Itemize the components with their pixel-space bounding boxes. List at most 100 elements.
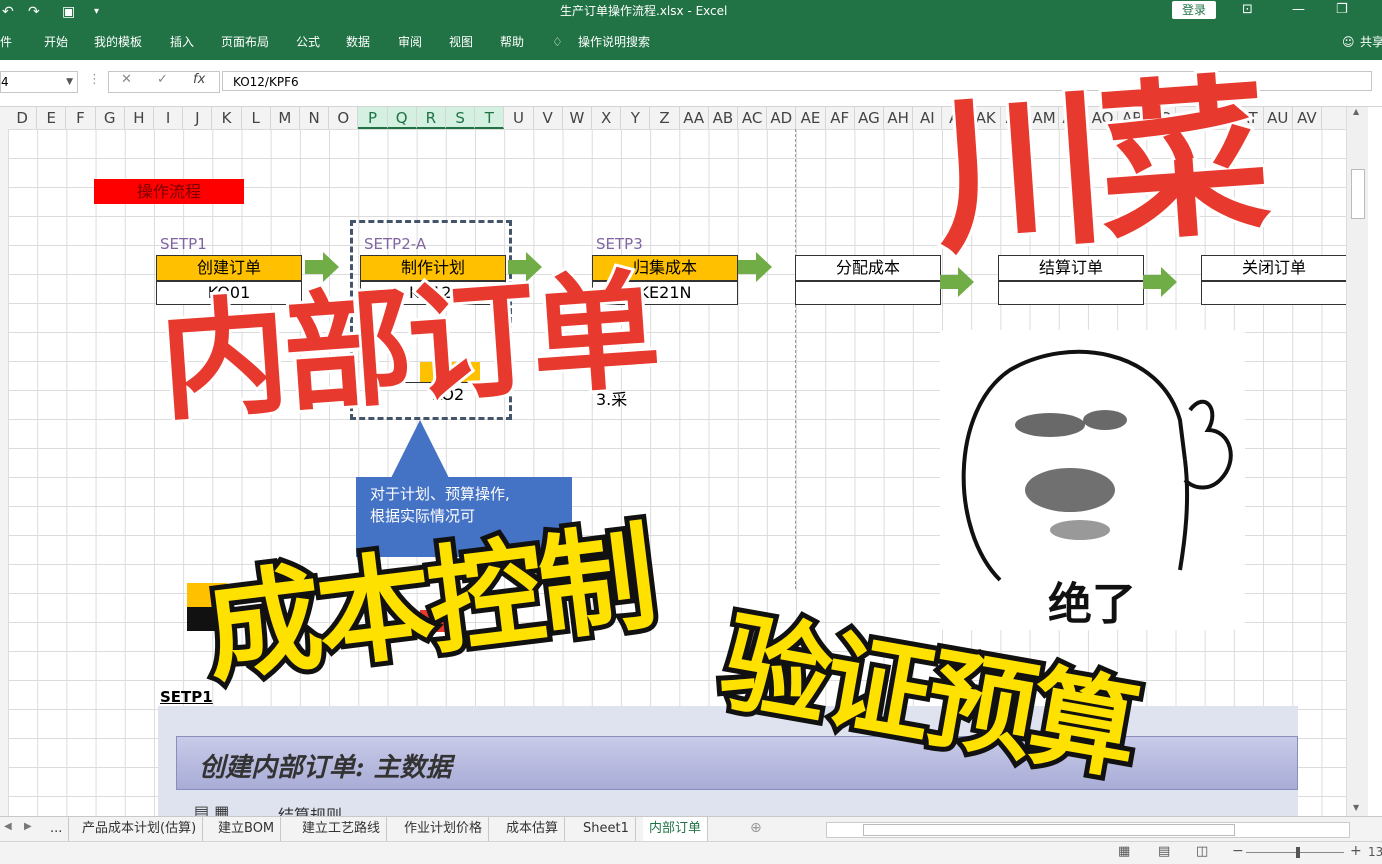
tab-my-templates[interactable]: 我的模板 bbox=[94, 24, 142, 60]
zoom-slider[interactable] bbox=[1246, 852, 1344, 853]
step-label-3: SETP3 bbox=[596, 235, 643, 253]
scroll-up-icon[interactable]: ▲ bbox=[1353, 107, 1359, 116]
column-header-n[interactable]: N bbox=[300, 107, 330, 129]
tab-review[interactable]: 审阅 bbox=[398, 24, 422, 60]
title-bar: ↶ ↷ ▣ ▾ 生产订单操作流程.xlsx - Excel 登录 ⊡ — ❐ bbox=[0, 0, 1382, 24]
normal-view-icon[interactable]: ▦ bbox=[1118, 844, 1130, 859]
h-scroll-thumb[interactable] bbox=[863, 824, 1235, 836]
sap-header-title: 创建内部订单: 主数据 bbox=[199, 753, 452, 783]
column-header-ae[interactable]: AE bbox=[796, 107, 826, 129]
restore-icon[interactable]: ❐ bbox=[1336, 0, 1348, 20]
tab-formulas[interactable]: 公式 bbox=[296, 24, 320, 60]
customize-qat-icon[interactable]: ▾ bbox=[94, 2, 99, 22]
tell-me-search[interactable]: 操作说明搜索 bbox=[578, 24, 650, 60]
column-header-ag[interactable]: AG bbox=[855, 107, 884, 129]
chevron-down-icon[interactable]: ▼ bbox=[66, 72, 73, 92]
setp1-bottom-label: SETP1 bbox=[160, 688, 213, 706]
column-header-h[interactable]: H bbox=[125, 107, 154, 129]
column-header-y[interactable]: Y bbox=[621, 107, 651, 129]
login-button[interactable]: 登录 bbox=[1172, 1, 1216, 19]
sheet-tab-sheet1[interactable]: Sheet1 bbox=[577, 817, 636, 841]
sheet-tab-bom[interactable]: 建立BOM bbox=[212, 817, 282, 841]
column-header-u[interactable]: U bbox=[504, 107, 534, 129]
column-header-w[interactable]: W bbox=[563, 107, 592, 129]
sheet-tab-more[interactable]: ... bbox=[44, 817, 70, 841]
column-header-r[interactable]: R bbox=[416, 107, 446, 129]
page-break-preview-icon[interactable]: ◫ bbox=[1196, 844, 1208, 859]
column-header-t[interactable]: T bbox=[475, 107, 505, 129]
step-box-allocate-cost[interactable]: 分配成本 bbox=[795, 255, 941, 281]
column-header-f[interactable]: F bbox=[66, 107, 96, 129]
sheet-tab-internal-order[interactable]: 内部订单 bbox=[643, 817, 709, 843]
column-header-l[interactable]: L bbox=[242, 107, 271, 129]
sheet-tabs-bar: ◀ ▶ ... 产品成本计划(估算) 建立BOM 建立工艺路线 作业计划价格 成… bbox=[0, 816, 1382, 843]
step-code-allocate-cost[interactable] bbox=[795, 281, 941, 305]
tab-insert[interactable]: 插入 bbox=[170, 24, 194, 60]
zoom-level[interactable]: 13 bbox=[1368, 845, 1382, 859]
vertical-scrollbar[interactable]: ▲ ▼ bbox=[1346, 107, 1369, 816]
column-header-i[interactable]: I bbox=[154, 107, 184, 129]
zoom-slider-thumb[interactable] bbox=[1296, 847, 1300, 858]
page-break-line bbox=[795, 129, 796, 589]
page-layout-icon[interactable]: ▤ bbox=[1158, 844, 1170, 859]
column-header-s[interactable]: S bbox=[446, 107, 476, 129]
sheet-tab-activity-price[interactable]: 作业计划价格 bbox=[398, 817, 490, 841]
column-header-m[interactable]: M bbox=[271, 107, 300, 129]
tab-help[interactable]: 帮助 bbox=[500, 24, 524, 60]
column-header-au[interactable]: AU bbox=[1264, 107, 1293, 129]
column-header-g[interactable]: G bbox=[96, 107, 125, 129]
step-code-settle-order[interactable] bbox=[998, 281, 1144, 305]
sheet-tab-cost-estimate[interactable]: 成本估算 bbox=[500, 817, 566, 841]
overlay-main-title: 内部订单 bbox=[152, 253, 663, 442]
tab-data[interactable]: 数据 bbox=[346, 24, 370, 60]
prev-sheet-icon[interactable]: ◀ bbox=[4, 821, 12, 832]
column-header-k[interactable]: K bbox=[212, 107, 242, 129]
status-bar: ▦ ▤ ◫ − + 13 bbox=[0, 841, 1382, 864]
column-header-ab[interactable]: AB bbox=[709, 107, 738, 129]
column-header-q[interactable]: Q bbox=[387, 107, 417, 129]
column-header-o[interactable]: O bbox=[329, 107, 359, 129]
insert-function-icon[interactable]: fx bbox=[193, 72, 205, 87]
window-title: 生产订单操作流程.xlsx - Excel bbox=[560, 4, 728, 18]
cancel-icon[interactable]: ✕ bbox=[121, 72, 132, 87]
column-header-ac[interactable]: AC bbox=[738, 107, 768, 129]
zoom-out-icon[interactable]: − bbox=[1232, 843, 1244, 859]
column-header-aa[interactable]: AA bbox=[680, 107, 709, 129]
column-header-af[interactable]: AF bbox=[826, 107, 855, 129]
scroll-down-icon[interactable]: ▼ bbox=[1353, 803, 1359, 812]
next-sheet-icon[interactable]: ▶ bbox=[24, 821, 32, 832]
step-code-close-order[interactable] bbox=[1201, 281, 1347, 305]
horizontal-scrollbar[interactable] bbox=[826, 822, 1350, 838]
column-header-d[interactable]: D bbox=[8, 107, 38, 129]
column-header-j[interactable]: J bbox=[183, 107, 213, 129]
scroll-thumb[interactable] bbox=[1351, 169, 1365, 219]
name-box[interactable]: 4 ▼ bbox=[0, 71, 78, 93]
save-icon[interactable]: ▣ bbox=[62, 2, 75, 22]
tab-view[interactable]: 视图 bbox=[449, 24, 473, 60]
sheet-tab-product-cost-plan[interactable]: 产品成本计划(估算) bbox=[76, 817, 204, 841]
ribbon-display-icon[interactable]: ⊡ bbox=[1242, 0, 1253, 20]
column-header-ah[interactable]: AH bbox=[884, 107, 914, 129]
step-box-create-order[interactable]: 创建订单 bbox=[156, 255, 302, 281]
undo-icon[interactable]: ↶ bbox=[2, 2, 14, 22]
column-header-av[interactable]: AV bbox=[1293, 107, 1322, 129]
minimize-icon[interactable]: — bbox=[1292, 0, 1305, 20]
column-header-p[interactable]: P bbox=[358, 107, 388, 129]
enter-icon[interactable]: ✓ bbox=[157, 72, 168, 87]
column-header-e[interactable]: E bbox=[37, 107, 67, 129]
column-header-v[interactable]: V bbox=[534, 107, 563, 129]
redo-icon[interactable]: ↷ bbox=[28, 2, 40, 22]
add-sheet-icon[interactable]: ⊕ bbox=[750, 820, 762, 836]
column-header-z[interactable]: Z bbox=[650, 107, 680, 129]
tab-page-layout[interactable]: 页面布局 bbox=[221, 24, 269, 60]
step-box-close-order[interactable]: 关闭订单 bbox=[1201, 255, 1347, 281]
sheet-tab-routing[interactable]: 建立工艺路线 bbox=[296, 817, 388, 841]
flow-title-cell[interactable]: 操作流程 bbox=[94, 179, 244, 204]
side-pane-edge bbox=[1368, 107, 1382, 816]
column-header-ad[interactable]: AD bbox=[767, 107, 797, 129]
zoom-in-icon[interactable]: + bbox=[1350, 843, 1362, 859]
share-button[interactable]: 共享 bbox=[1360, 24, 1382, 60]
tab-home[interactable]: 开始 bbox=[44, 24, 68, 60]
column-header-x[interactable]: X bbox=[592, 107, 622, 129]
tab-file[interactable]: 件 bbox=[0, 24, 12, 60]
